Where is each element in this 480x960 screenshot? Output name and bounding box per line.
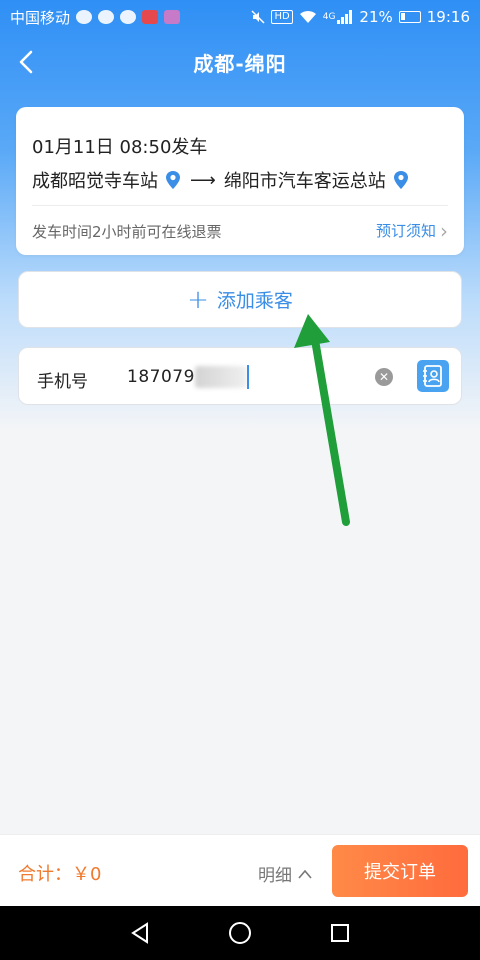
status-left: 中国移动 [10, 7, 181, 28]
chevron-right-icon: › [440, 218, 448, 243]
battery-icon [398, 11, 421, 23]
location-pin-icon[interactable] [392, 170, 410, 190]
clock: 19:16 [426, 8, 470, 26]
annotation-arrow-icon [294, 314, 350, 526]
battery-percent: 21% [359, 8, 393, 26]
system-navigation-bar [0, 906, 480, 960]
submit-order-button[interactable]: 提交订单 [332, 845, 468, 897]
booking-notice-link[interactable]: 预订须知 › [376, 220, 448, 241]
signal-icon [337, 10, 353, 24]
location-pin-icon[interactable] [164, 170, 182, 190]
refund-note: 发车时间2小时前可在线退票 [32, 223, 222, 241]
clear-icon[interactable]: ✕ [375, 368, 393, 386]
departure-time: 01月11日 08:50发车 [32, 137, 208, 158]
chat-bubble-icon [76, 10, 93, 24]
booking-notice-label: 预订须知 [375, 222, 436, 240]
pink-app-icon [164, 10, 181, 24]
home-circle-icon[interactable] [228, 921, 252, 945]
hd-badge: HD [271, 10, 293, 24]
k-app-icon [120, 10, 137, 24]
route: 成都昭觉寺车站 ⟶ 绵阳市汽车客运总站 [32, 167, 410, 193]
add-passenger-button[interactable]: + 添加乘客 [18, 271, 462, 328]
from-station: 成都昭觉寺车站 [32, 171, 158, 192]
back-triangle-icon[interactable] [129, 922, 151, 944]
carrier-label: 中国移动 [10, 8, 71, 27]
back-button[interactable] [10, 46, 42, 78]
redacted-digits [195, 366, 247, 388]
navigation-bar: 成都-绵阳 [0, 34, 480, 90]
mute-icon [251, 10, 266, 24]
total-price: 合计：￥0 [18, 864, 102, 885]
red-app-icon [142, 10, 159, 24]
page-title: 成都-绵阳 [193, 51, 287, 76]
chevron-up-icon [298, 869, 312, 879]
chevron-left-icon [19, 50, 33, 74]
wechat-icon [98, 10, 115, 24]
phone-field[interactable]: 手机号 187079 ✕ [18, 347, 462, 405]
contact-book-icon [423, 365, 442, 387]
to-station: 绵阳市汽车客运总站 [223, 171, 386, 192]
plus-icon: + [187, 284, 209, 315]
contacts-icon[interactable] [417, 360, 449, 392]
recents-square-icon[interactable] [329, 922, 351, 944]
order-bottom-bar: 合计：￥0 明细 提交订单 [0, 834, 480, 906]
detail-toggle-button[interactable]: 明细 [258, 861, 312, 886]
network-label: 4G [322, 12, 336, 22]
divider [32, 205, 448, 206]
wifi-icon [299, 10, 316, 23]
text-cursor [247, 365, 249, 389]
phone-input[interactable]: 187079 [127, 367, 195, 387]
status-right: HD 4G 21% 19:16 [251, 8, 470, 26]
route-arrow: ⟶ [190, 169, 216, 191]
trip-info-card: 01月11日 08:50发车 成都昭觉寺车站 ⟶ 绵阳市汽车客运总站 发车时间2… [16, 107, 464, 255]
phone-label: 手机号 [37, 372, 88, 392]
detail-label: 明细 [258, 866, 292, 886]
status-bar: 中国移动 HD 4G 21% 19:16 [0, 0, 480, 34]
